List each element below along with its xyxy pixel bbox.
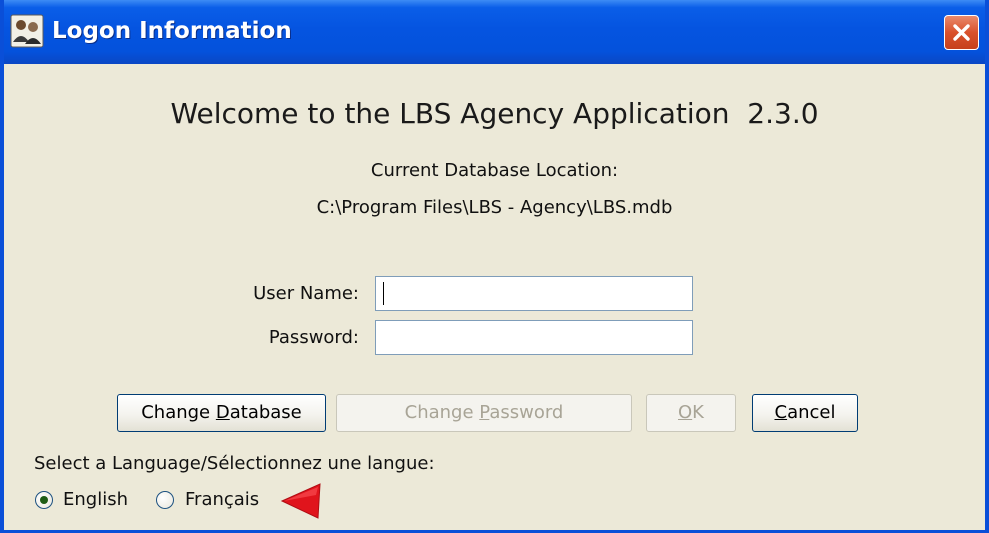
close-icon (953, 24, 970, 41)
text-caret (383, 282, 384, 305)
radio-francais[interactable] (156, 491, 174, 509)
username-label: User Name: (253, 283, 359, 304)
db-location-label: Current Database Location: (370, 160, 619, 181)
cancel-button[interactable]: Cancel (752, 394, 858, 432)
radio-selected-dot (40, 496, 48, 504)
red-arrow-icon (280, 483, 321, 519)
window-title: Logon Information (52, 18, 292, 44)
radio-english[interactable] (35, 491, 53, 509)
welcome-heading: Welcome to the LBS Agency Application 2.… (170, 97, 819, 130)
password-label: Password: (268, 327, 359, 348)
change-database-button[interactable]: Change Database (117, 394, 326, 432)
change-password-button[interactable]: Change Password (336, 394, 632, 432)
db-location-path: C:\Program Files\LBS - Agency\LBS.mdb (316, 197, 673, 218)
ok-button[interactable]: OK (646, 394, 736, 432)
close-button[interactable] (944, 15, 979, 50)
username-input[interactable] (375, 276, 693, 311)
people-icon (10, 14, 44, 48)
logon-dialog: Logon Information Welcome to the LBS Age… (0, 0, 989, 533)
title-bar[interactable]: Logon Information (4, 0, 985, 64)
password-input[interactable] (375, 320, 693, 355)
language-prompt: Select a Language/Sélectionnez une langu… (34, 453, 435, 474)
radio-english-label[interactable]: English (63, 489, 128, 510)
radio-francais-label[interactable]: Français (185, 489, 259, 510)
